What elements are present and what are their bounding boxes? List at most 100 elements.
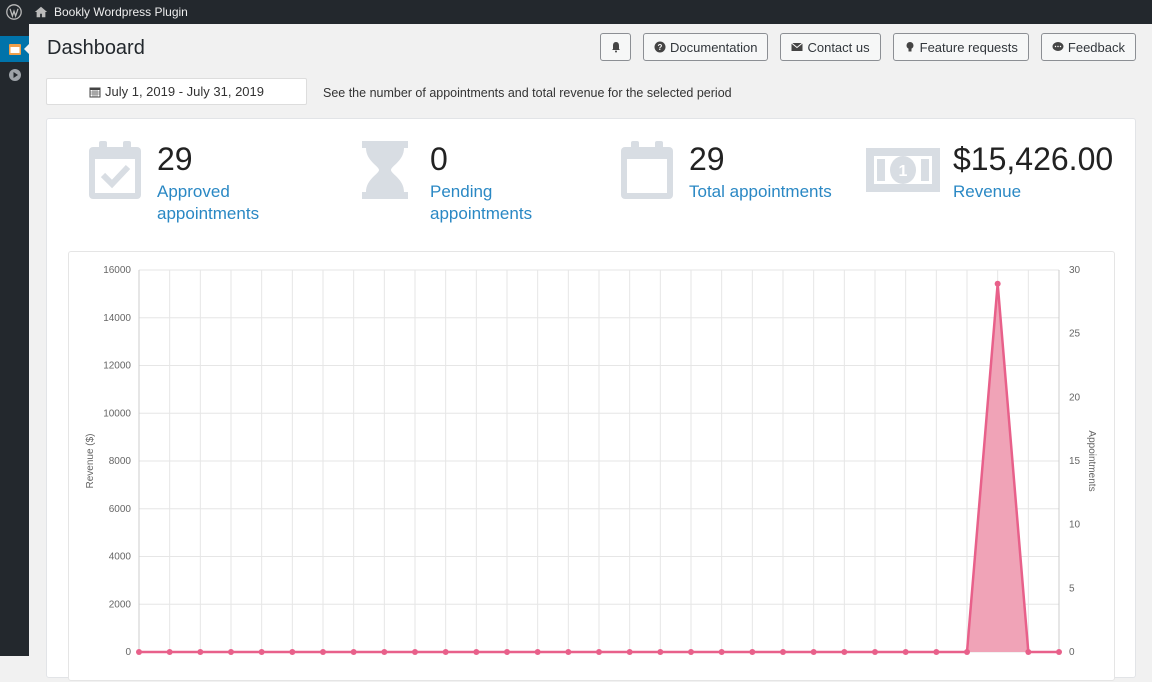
calendar-icon [89, 87, 101, 97]
envelope-icon [791, 42, 804, 51]
bell-icon [611, 42, 620, 53]
data-point [749, 649, 756, 655]
pending-count: 0 [430, 141, 448, 177]
y-tick-label: 14000 [103, 313, 131, 324]
y2-tick-label: 20 [1069, 392, 1081, 403]
feature-requests-label: Feature requests [919, 39, 1018, 55]
calendar-icon [621, 141, 673, 199]
data-point [320, 649, 326, 655]
data-point [228, 649, 234, 655]
data-point [933, 649, 940, 655]
play-circle-icon [8, 69, 21, 81]
data-point [626, 649, 633, 655]
approved-label[interactable]: Approved appointments [157, 181, 259, 225]
svg-text:?: ? [658, 43, 663, 52]
feedback-button[interactable]: Feedback [1040, 33, 1136, 61]
revenue-amount: $15,426.00 [953, 141, 1114, 177]
sidebar-item-media[interactable] [0, 62, 29, 88]
y2-tick-label: 0 [1069, 647, 1075, 658]
data-point [902, 649, 909, 655]
data-point [412, 649, 418, 655]
y2-axis-title: Appointments [1086, 430, 1097, 491]
y-tick-label: 0 [125, 647, 131, 658]
header-actions: ? Documentation Contact us Feature reque… [600, 33, 1136, 61]
site-home-link[interactable]: Bookly Wordpress Plugin [34, 5, 188, 19]
pending-label-line1: Pending [430, 182, 493, 201]
site-name: Bookly Wordpress Plugin [54, 5, 188, 19]
stat-revenue: 1 $15,426.00 Revenue [865, 139, 1113, 203]
y2-tick-label: 15 [1069, 456, 1081, 467]
notifications-button[interactable] [600, 33, 632, 61]
wordpress-logo-icon[interactable] [0, 0, 28, 24]
pending-label[interactable]: Pending appointments [430, 181, 532, 225]
data-point [596, 649, 602, 655]
contact-us-button[interactable]: Contact us [780, 33, 881, 61]
data-point [473, 649, 480, 655]
documentation-label: Documentation [670, 39, 758, 55]
data-point [136, 649, 142, 655]
y-tick-label: 2000 [109, 599, 132, 610]
approved-label-line2: appointments [157, 204, 260, 223]
data-point [381, 649, 388, 655]
data-point [994, 280, 1001, 287]
period-hint: See the number of appointments and total… [323, 86, 732, 100]
lightbulb-icon [906, 42, 914, 52]
data-point [810, 649, 817, 655]
y-tick-label: 8000 [109, 456, 132, 467]
contact-us-label: Contact us [807, 39, 870, 55]
home-icon [34, 6, 48, 18]
approved-label-line1: Approved [157, 182, 230, 201]
data-point [1056, 649, 1062, 655]
feedback-label: Feedback [1067, 39, 1125, 55]
y2-tick-label: 30 [1069, 265, 1081, 276]
data-point [442, 649, 449, 655]
data-point [534, 649, 541, 655]
data-point [657, 649, 664, 655]
page-title: Dashboard [47, 37, 145, 59]
y-axis-title: Revenue ($) [85, 433, 96, 488]
data-point [504, 649, 510, 655]
data-point [166, 649, 173, 655]
y2-tick-label: 5 [1069, 583, 1075, 594]
data-point [718, 649, 725, 655]
calendar-icon [8, 44, 21, 55]
stat-approved: 29 Approved appointments [87, 139, 259, 225]
sidebar-item-bookly[interactable] [0, 36, 29, 62]
svg-text:1: 1 [899, 163, 908, 180]
revenue-label[interactable]: Revenue [953, 181, 1113, 203]
revenue-chart: 0 2000 4000 6000 8000 10000 12000 14000 16000 0 5 1… [68, 251, 1115, 681]
stat-total: 29 Total appointments [619, 139, 832, 203]
data-point [350, 649, 357, 655]
data-point [1025, 649, 1032, 655]
chart-svg: 0 2000 4000 6000 8000 10000 12000 14000 16000 0 5 1… [85, 265, 1097, 658]
data-point [872, 649, 878, 655]
data-point [289, 649, 296, 655]
data-point [964, 649, 970, 655]
admin-sidebar [0, 24, 29, 656]
y-tick-label: 16000 [103, 265, 131, 276]
comment-icon [1052, 42, 1064, 51]
total-label[interactable]: Total appointments [689, 181, 832, 203]
documentation-button[interactable]: ? Documentation [643, 33, 769, 61]
data-point [565, 649, 572, 655]
y2-tick-label: 25 [1069, 329, 1081, 340]
y-tick-label: 4000 [109, 552, 132, 563]
dashboard-panel: 29 Approved appointments 0 Pending appoi… [46, 118, 1136, 681]
total-count: 29 [689, 141, 725, 177]
data-point [780, 649, 786, 655]
data-point [258, 649, 265, 655]
date-range-value: July 1, 2019 - July 31, 2019 [105, 84, 264, 99]
y2-tick-label: 10 [1069, 520, 1081, 531]
stat-pending: 0 Pending appointments [360, 139, 532, 225]
date-range-picker[interactable]: July 1, 2019 - July 31, 2019 [46, 78, 307, 105]
y-tick-label: 6000 [109, 504, 132, 515]
data-point [197, 649, 204, 655]
hourglass-icon [362, 141, 408, 199]
question-circle-icon: ? [654, 41, 666, 53]
data-point [841, 649, 848, 655]
money-bill-icon: 1 [866, 148, 940, 192]
approved-count: 29 [157, 141, 193, 177]
admin-bar: Bookly Wordpress Plugin [0, 0, 1152, 24]
y-tick-label: 10000 [103, 408, 131, 419]
feature-requests-button[interactable]: Feature requests [892, 33, 1029, 61]
